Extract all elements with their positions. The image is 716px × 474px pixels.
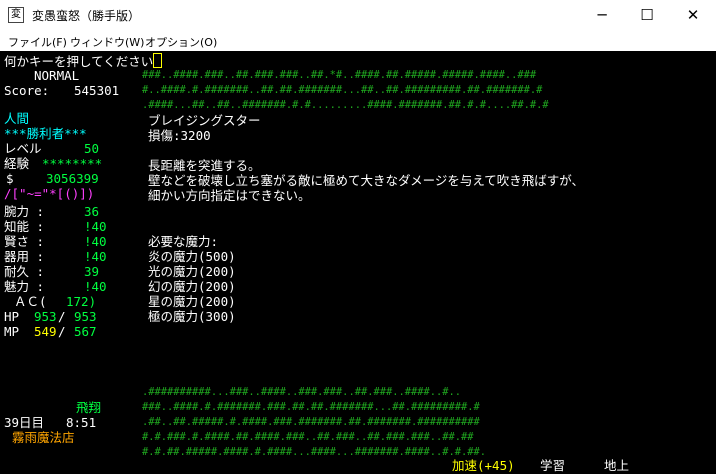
level-label: レベル [4, 141, 42, 156]
ac-value: 172) [66, 294, 97, 309]
mana-req-extreme: 極の魔力(300) [148, 309, 236, 324]
mana-req-header: 必要な魔力: [148, 234, 219, 249]
hp-max: 953 [74, 309, 97, 324]
map-bottom-row-4: #.#.###.#.####.##.####.###..##.###..##.#… [142, 431, 474, 443]
menu-window[interactable]: ウィンドウ(W) [70, 34, 144, 50]
spell-desc-line3: 細かい方向指定はできない。 [148, 188, 311, 203]
stat-str-label: 腕力 : [4, 204, 45, 219]
gold-value: 3056399 [46, 171, 99, 186]
day-counter: 39日目 [4, 415, 45, 430]
spell-damage: 損傷:3200 [148, 128, 211, 143]
score-value: 545301 [74, 83, 120, 98]
gold-label: $ [6, 171, 14, 186]
exp-label: 経験 [4, 156, 30, 171]
app-icon[interactable]: 変 [8, 7, 24, 23]
score-label: Score: [4, 83, 50, 98]
map-bottom-row-5: #.#.##.#####.####.#.####...####...######… [142, 446, 487, 458]
maximize-button[interactable]: ☐ [624, 0, 670, 31]
close-button[interactable]: ✕ [670, 0, 716, 31]
exp-value: ******** [42, 156, 103, 171]
spell-name: ブレイジングスター [148, 113, 261, 128]
mp-max: 567 [74, 324, 97, 339]
hp-label: HP [4, 309, 20, 324]
mp-separator: / [58, 324, 66, 339]
ac-label: ＡＣ( [14, 294, 47, 309]
stat-int-label: 知能 : [4, 219, 45, 234]
mana-req-star: 星の魔力(200) [148, 294, 236, 309]
spell-desc-line1: 長距離を突進する。 [148, 158, 261, 173]
game-window: 変 変愚蛮怒（勝手版） ─ ☐ ✕ ファイル(F) ウィンドウ(W) オプション… [0, 0, 716, 474]
level-value: 50 [84, 141, 100, 156]
mana-req-light: 光の魔力(200) [148, 264, 236, 279]
player-title: ***勝利者*** [4, 126, 87, 141]
minimize-button[interactable]: ─ [579, 0, 625, 31]
map-top-row-2: #..####.#.#######..##.##.#######...##..#… [142, 84, 543, 96]
location: 霧雨魔法店 [12, 430, 75, 445]
study-status: 学習 [540, 458, 566, 473]
speed-status: 加速(+45) [452, 458, 515, 473]
game-mode: NORMAL [34, 68, 80, 83]
stat-con-value: 39 [84, 264, 100, 279]
game-time: 8:51 [66, 415, 97, 430]
key-prompt: 何かキーを押してください [4, 53, 163, 69]
stat-wis-value: !40 [84, 234, 107, 249]
title-bar[interactable]: 変 変愚蛮怒（勝手版） ─ ☐ ✕ [0, 0, 716, 31]
stat-str-value: 36 [84, 204, 100, 219]
map-bottom-row-3: .##..##.#####.#.####.###.#######.##.####… [142, 416, 480, 428]
spell-desc-line2: 壁などを破壊し立ち塞がる敵に極めて大きなダメージを与えて吹き飛ばすが、 [148, 173, 585, 188]
mp-current: 549 [34, 324, 57, 339]
map-top-row-3: .####...##..##..#######.#.#.........####… [142, 99, 549, 111]
menu-file[interactable]: ファイル(F) [8, 34, 67, 50]
stat-chr-value: !40 [84, 279, 107, 294]
menu-bar: ファイル(F) ウィンドウ(W) オプション(O) [0, 31, 716, 51]
flying-status: 飛翔 [76, 400, 102, 415]
stat-dex-label: 器用 : [4, 249, 45, 264]
map-top-row-1: ###..####.###..##.###.###..##.*#..####.#… [142, 69, 537, 81]
hp-current: 953 [34, 309, 57, 324]
equipment-chars: /["~="*[()]) [4, 186, 95, 201]
menu-options[interactable]: オプション(O) [145, 34, 217, 50]
stat-con-label: 耐久 : [4, 264, 45, 279]
depth-status: 地上 [604, 458, 630, 473]
race: 人間 [4, 111, 30, 126]
mp-label: MP [4, 324, 20, 339]
mana-req-fire: 炎の魔力(500) [148, 249, 236, 264]
game-terminal[interactable]: 何かキーを押してください NORMAL Score: 545301 人間 ***… [0, 51, 716, 474]
stat-chr-label: 魅力 : [4, 279, 45, 294]
stat-int-value: !40 [84, 219, 107, 234]
window-title: 変愚蛮怒（勝手版） [32, 9, 141, 23]
mana-req-illusion: 幻の魔力(200) [148, 279, 236, 294]
stat-wis-label: 賢さ : [4, 234, 45, 249]
hp-separator: / [58, 309, 66, 324]
map-bottom-row-2: ###..####.#.#######.###.##.##.#######...… [142, 401, 480, 413]
map-bottom-row-1: .##########...###..####..###.###..##.###… [142, 386, 462, 398]
text-cursor [153, 53, 163, 68]
stat-dex-value: !40 [84, 249, 107, 264]
